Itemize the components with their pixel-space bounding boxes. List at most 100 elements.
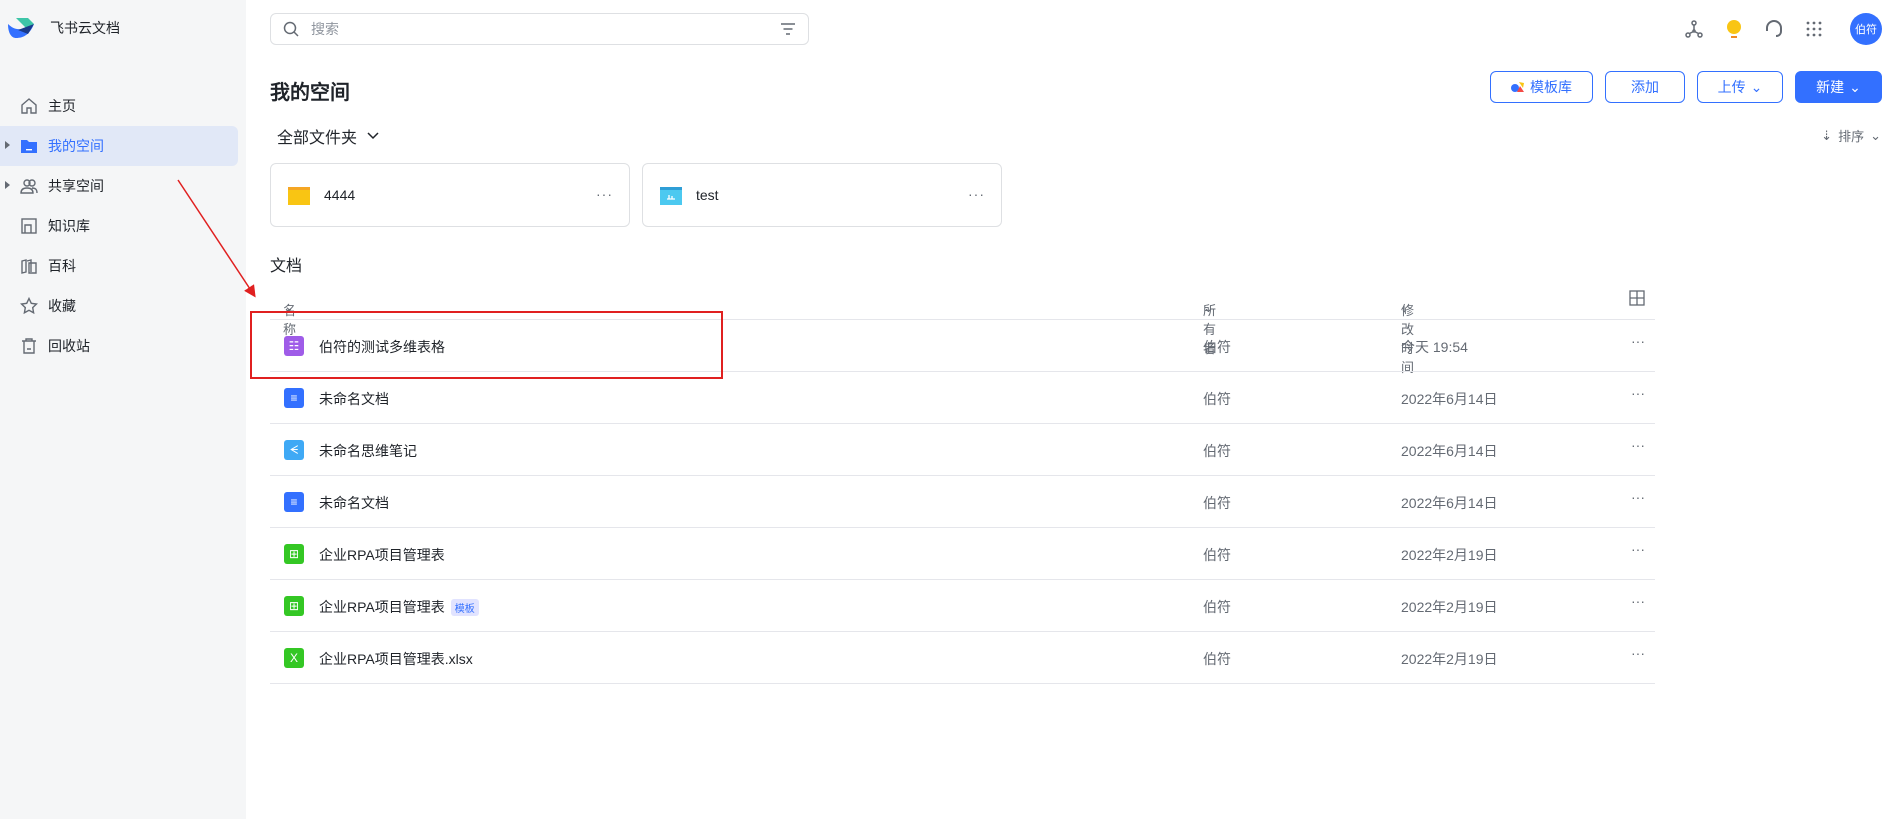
table-row[interactable]: ≡ 未命名文档 伯符 2022年6月14日 ··· (270, 476, 1655, 528)
document-owner: 伯符 (1203, 339, 1231, 355)
top-toolbar: 伯符 (1682, 13, 1882, 45)
table-row[interactable]: ⊞ 企业RPA项目管理表 伯符 2022年2月19日 ··· (270, 528, 1655, 580)
button-label: 模板库 (1530, 79, 1572, 95)
table-row[interactable]: ᗕ 未命名思维笔记 伯符 2022年6月14日 ··· (270, 424, 1655, 476)
folder-name: 4444 (324, 187, 356, 203)
chevron-down-icon (367, 132, 379, 140)
sidebar-item-label: 知识库 (48, 218, 90, 234)
document-owner: 伯符 (1203, 391, 1231, 407)
folder-card[interactable]: test ··· (642, 163, 1002, 227)
documents-section-label: 文档 (270, 258, 303, 275)
more-icon[interactable]: ··· (1631, 385, 1645, 401)
table-row[interactable]: ≡ 未命名文档 伯符 2022年6月14日 ··· (270, 372, 1655, 424)
sidebar-item-label: 收藏 (48, 298, 76, 314)
document-owner: 伯符 (1203, 443, 1231, 459)
more-icon[interactable]: ··· (968, 186, 985, 202)
document-owner: 伯符 (1203, 651, 1231, 667)
template-library-button[interactable]: 模板库 (1490, 71, 1593, 103)
document-name[interactable]: 未命名文档 (319, 493, 389, 513)
doc-file-icon: ≡ (284, 492, 304, 512)
modified-time: 2022年6月14日 (1401, 495, 1498, 511)
chevron-down-icon: ⌄ (1849, 78, 1861, 95)
folder-card[interactable]: 4444 ··· (270, 163, 630, 227)
chevron-down-icon: ⌄ (1203, 300, 1214, 315)
feishu-logo-icon (8, 18, 34, 38)
app-logo[interactable]: 飞书云文档 (8, 16, 120, 40)
expand-caret-icon[interactable] (5, 181, 10, 189)
button-label: 上传 (1717, 79, 1746, 95)
star-icon (20, 297, 38, 315)
users-icon (20, 179, 38, 194)
org-chart-icon[interactable] (1682, 17, 1706, 41)
modified-time: 今天 19:54 (1401, 339, 1468, 355)
more-icon[interactable]: ··· (1631, 645, 1645, 661)
document-owner: 伯符 (1203, 495, 1231, 511)
search-icon (283, 21, 299, 37)
lightbulb-icon[interactable] (1722, 17, 1746, 41)
trash-icon (22, 338, 36, 354)
sidebar-item-favorites[interactable]: 收藏 (0, 286, 238, 326)
sidebar-item-label: 共享空间 (48, 178, 104, 194)
create-new-button[interactable]: 新建 ⌄ (1795, 71, 1882, 103)
table-row[interactable]: ⊞ 企业RPA项目管理表 模板 伯符 2022年2月19日 ··· (270, 580, 1655, 632)
chevron-down-icon: ⌄ (1870, 127, 1881, 143)
sidebar-item-my-space[interactable]: 我的空间 (0, 126, 238, 166)
more-icon[interactable]: ··· (1631, 541, 1645, 557)
encyclopedia-icon (21, 259, 37, 274)
more-icon[interactable]: ··· (1631, 437, 1645, 453)
headset-icon[interactable] (1762, 17, 1786, 41)
action-buttons: 模板库 添加 上传 ⌄ 新建 ⌄ (1490, 71, 1882, 103)
expand-caret-icon[interactable] (5, 141, 10, 149)
xlsx-file-icon: X (284, 648, 304, 668)
table-row[interactable]: X 企业RPA项目管理表.xlsx 伯符 2022年2月19日 ··· (270, 632, 1655, 684)
app-name: 飞书云文档 (50, 20, 120, 36)
sidebar-item-label: 百科 (48, 258, 76, 274)
document-owner: 伯符 (1203, 599, 1231, 615)
folder-icon (288, 187, 310, 205)
sort-icon: ⇣ (1821, 127, 1833, 143)
all-folders-dropdown[interactable]: 全部文件夹 (277, 124, 379, 148)
shared-folder-icon (660, 187, 682, 205)
template-badge: 模板 (450, 598, 479, 616)
more-icon[interactable]: ··· (1631, 489, 1645, 505)
sidebar-item-label: 回收站 (48, 338, 90, 354)
document-name[interactable]: 企业RPA项目管理表 (319, 597, 445, 617)
highlight-annotation-box (250, 311, 723, 379)
sheet-file-icon: ⊞ (284, 544, 304, 564)
folders-header: 全部文件夹 (277, 130, 358, 147)
upload-button[interactable]: 上传 ⌄ (1697, 71, 1783, 103)
document-owner: 伯符 (1203, 547, 1231, 563)
modified-time: 2022年6月14日 (1401, 391, 1498, 407)
more-icon[interactable]: ··· (1631, 333, 1645, 349)
filter-icon[interactable] (780, 22, 796, 36)
sidebar-item-encyclopedia[interactable]: 百科 (0, 246, 238, 286)
grid-view-icon[interactable] (1629, 290, 1645, 309)
sidebar-item-shared-space[interactable]: 共享空间 (0, 166, 238, 206)
sort-button[interactable]: ⇣ 排序 ⌄ (1821, 126, 1881, 145)
button-label: 添加 (1631, 79, 1659, 95)
sidebar-item-label: 我的空间 (48, 138, 104, 154)
sidebar-item-trash[interactable]: 回收站 (0, 326, 238, 366)
more-icon[interactable]: ··· (1631, 593, 1645, 609)
avatar[interactable]: 伯符 (1850, 13, 1882, 45)
folder-name: test (696, 187, 719, 203)
sidebar-item-wiki[interactable]: 知识库 (0, 206, 238, 246)
document-name[interactable]: 未命名思维笔记 (319, 441, 417, 461)
modified-time: 2022年2月19日 (1401, 547, 1498, 563)
sidebar-item-label: 主页 (48, 98, 76, 114)
sidebar-nav: 主页 我的空间 共享空间 知识库 百科 收藏 回收站 (0, 86, 246, 366)
sidebar: 飞书云文档 主页 我的空间 共享空间 知识库 百科 收藏 回收站 (0, 0, 246, 819)
wiki-icon (21, 218, 37, 234)
folder-icon (21, 140, 37, 153)
search-input[interactable]: 搜索 (270, 13, 809, 45)
document-name[interactable]: 未命名文档 (319, 389, 389, 409)
mindnote-file-icon: ᗕ (284, 440, 304, 460)
sidebar-item-home[interactable]: 主页 (0, 86, 238, 126)
apps-grid-icon[interactable] (1802, 17, 1826, 41)
template-icon (1511, 82, 1524, 92)
add-button[interactable]: 添加 (1605, 71, 1685, 103)
document-name[interactable]: 企业RPA项目管理表 (319, 545, 445, 565)
more-icon[interactable]: ··· (596, 186, 613, 202)
modified-time: 2022年2月19日 (1401, 599, 1498, 615)
document-name[interactable]: 企业RPA项目管理表.xlsx (319, 649, 473, 669)
